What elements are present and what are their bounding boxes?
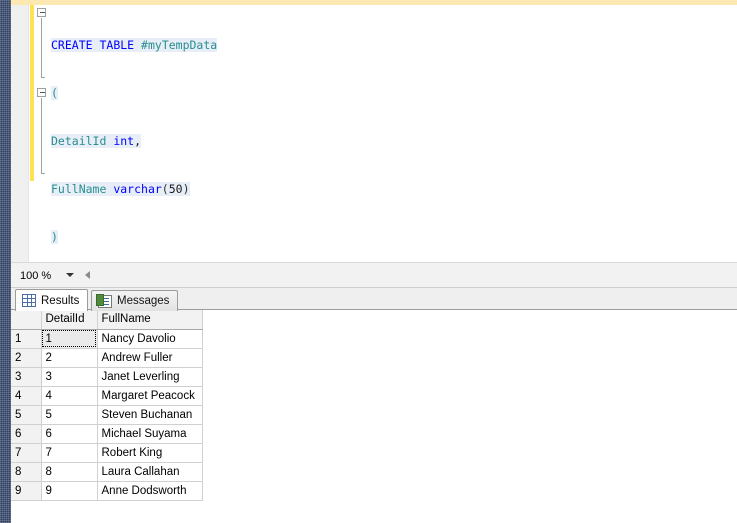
cell-fullname[interactable]: Nancy Davolio [97, 329, 203, 349]
collapse-box-create-table[interactable] [37, 8, 46, 17]
tab-results[interactable]: Results [15, 289, 89, 311]
results-grid-icon [22, 294, 36, 307]
left-dock-strip [0, 0, 11, 523]
sql-editor-pane[interactable]: CREATE TABLE #myTempData ( DetailId int,… [11, 0, 737, 262]
cell-detailid[interactable]: 9 [41, 481, 98, 501]
results-tabstrip: Results Messages [11, 288, 737, 311]
table-row[interactable]: 7 7 Robert King [11, 443, 203, 463]
row-number[interactable]: 2 [11, 348, 42, 368]
cell-detailid[interactable]: 5 [41, 405, 98, 425]
ssms-query-window: CREATE TABLE #myTempData ( DetailId int,… [0, 0, 737, 523]
row-number[interactable]: 9 [11, 481, 42, 501]
row-number[interactable]: 7 [11, 443, 42, 463]
outline-tick-1 [41, 77, 45, 78]
editor-change-bar [30, 5, 34, 181]
cell-fullname[interactable]: Andrew Fuller [97, 348, 203, 368]
column-header-fullname[interactable]: FullName [97, 310, 203, 330]
results-grid-pane[interactable]: DetailId FullName 1 1 Nancy Davolio 2 2 … [11, 310, 737, 523]
row-number[interactable]: 5 [11, 405, 42, 425]
tab-results-label: Results [41, 294, 80, 307]
cell-fullname[interactable]: Margaret Peacock [97, 386, 203, 406]
table-row[interactable]: 6 6 Michael Suyama [11, 424, 203, 444]
code-line-5: ) [51, 230, 58, 244]
outline-line-1 [41, 18, 42, 77]
cell-fullname[interactable]: Michael Suyama [97, 424, 203, 444]
row-number[interactable]: 4 [11, 386, 42, 406]
table-row[interactable]: 3 3 Janet Leverling [11, 367, 203, 387]
cell-fullname[interactable]: Robert King [97, 443, 203, 463]
cell-fullname[interactable]: Janet Leverling [97, 367, 203, 387]
column-header-rownum[interactable] [11, 310, 42, 330]
row-number[interactable]: 8 [11, 462, 42, 482]
table-row[interactable]: 8 8 Laura Callahan [11, 462, 203, 482]
messages-icon [96, 293, 112, 308]
code-line-3: DetailId int, [51, 134, 142, 148]
table-row[interactable]: 5 5 Steven Buchanan [11, 405, 203, 425]
chevron-down-icon[interactable] [66, 273, 74, 277]
outlining-column[interactable] [35, 5, 51, 262]
collapse-box-insert-into[interactable] [37, 88, 46, 97]
zoom-level-dropdown[interactable]: 100 % [15, 266, 81, 285]
cell-fullname[interactable]: Steven Buchanan [97, 405, 203, 425]
table-row[interactable]: 9 9 Anne Dodsworth [11, 481, 203, 501]
table-body: 1 1 Nancy Davolio 2 2 Andrew Fuller 3 3 … [11, 329, 203, 501]
code-line-2: ( [51, 86, 58, 100]
editor-indicator-margin[interactable] [11, 5, 29, 262]
table-header-row: DetailId FullName [11, 310, 203, 330]
cell-detailid[interactable]: 8 [41, 462, 98, 482]
row-number[interactable]: 3 [11, 367, 42, 387]
zoom-level-value: 100 % [20, 269, 52, 282]
table-row[interactable]: 1 1 Nancy Davolio [11, 329, 203, 349]
cell-detailid[interactable]: 3 [41, 367, 98, 387]
cell-detailid[interactable]: 1 [41, 329, 98, 349]
code-area[interactable]: CREATE TABLE #myTempData ( DetailId int,… [35, 5, 735, 262]
row-number[interactable]: 1 [11, 329, 42, 349]
code-line-1: CREATE TABLE #myTempData [51, 38, 218, 52]
cell-detailid[interactable]: 4 [41, 386, 98, 406]
column-header-detailid[interactable]: DetailId [41, 310, 98, 330]
cell-detailid[interactable]: 7 [41, 443, 98, 463]
scroll-left-arrow-icon[interactable] [85, 271, 90, 279]
code-line-4: FullName varchar(50) [51, 182, 190, 196]
outline-line-2 [41, 98, 42, 173]
cell-fullname[interactable]: Anne Dodsworth [97, 481, 203, 501]
editor-status-bar: 100 % [11, 262, 737, 288]
row-number[interactable]: 6 [11, 424, 42, 444]
cell-detailid[interactable]: 6 [41, 424, 98, 444]
code-text[interactable]: CREATE TABLE #myTempData ( DetailId int,… [51, 5, 711, 262]
tab-messages[interactable]: Messages [91, 290, 179, 311]
outline-tick-2 [41, 173, 45, 174]
cell-detailid[interactable]: 2 [41, 348, 98, 368]
table-row[interactable]: 4 4 Margaret Peacock [11, 386, 203, 406]
cell-fullname[interactable]: Laura Callahan [97, 462, 203, 482]
results-table[interactable]: DetailId FullName 1 1 Nancy Davolio 2 2 … [11, 310, 203, 501]
table-row[interactable]: 2 2 Andrew Fuller [11, 348, 203, 368]
tab-messages-label: Messages [117, 295, 170, 307]
